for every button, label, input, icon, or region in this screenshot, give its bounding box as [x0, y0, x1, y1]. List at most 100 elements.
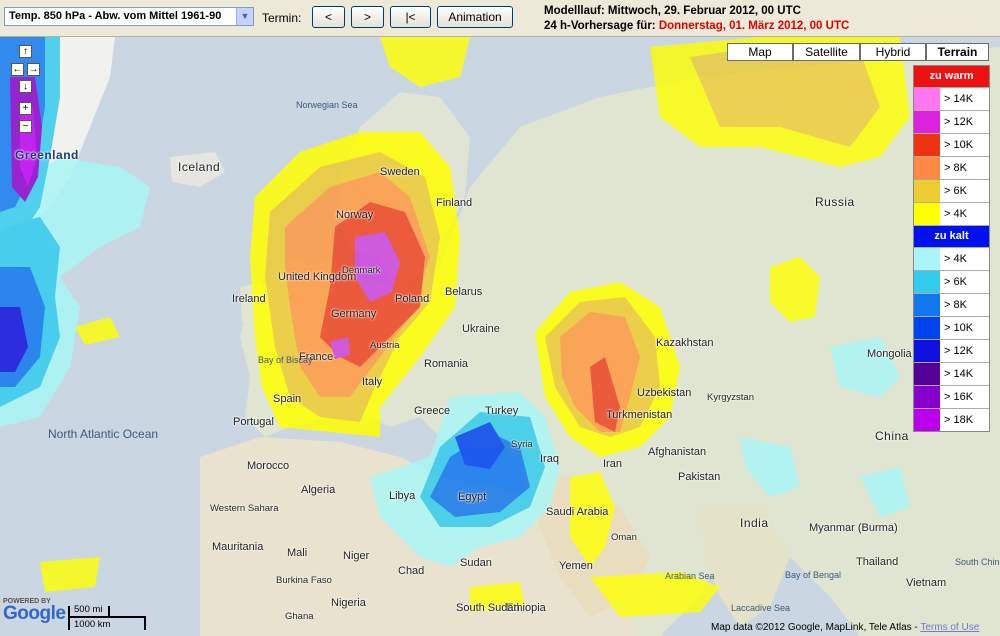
label-laccadive-sea: Laccadive Sea	[731, 603, 791, 613]
pan-left-button[interactable]: ←	[11, 63, 24, 76]
label-egypt: Egypt	[458, 491, 487, 503]
legend-cold-row: > 18K	[914, 408, 989, 431]
legend-warm-row: > 4K	[914, 202, 989, 225]
legend-label: > 10K	[944, 139, 974, 151]
legend-warm-row: > 6K	[914, 179, 989, 202]
label-saudi-arabia: Saudi Arabia	[546, 506, 609, 518]
label-mauritania: Mauritania	[212, 541, 264, 553]
scale-tick	[68, 606, 70, 630]
legend-label: > 4K	[944, 253, 967, 265]
modelllauf-value: Mittwoch, 29. Februar 2012, 00 UTC	[607, 5, 801, 17]
map-type-map-button[interactable]: Map	[727, 43, 793, 61]
legend-warm-row: > 14K	[914, 87, 989, 110]
map-type-satellite-button[interactable]: Satellite	[793, 43, 860, 61]
legend-swatch	[914, 271, 940, 293]
pan-right-button[interactable]: →	[27, 63, 40, 76]
legend-cold-rows: > 4K > 6K > 8K > 10K > 12K > 14K > 16K > 18K	[914, 247, 989, 431]
label-syria: Syria	[511, 439, 533, 450]
legend-cold-title: zu kalt	[914, 225, 989, 247]
legend-swatch	[914, 203, 940, 225]
label-kazakhstan: Kazakhstan	[656, 337, 714, 349]
legend-swatch	[914, 180, 940, 202]
label-kyrgyzstan: Kyrgyzstan	[707, 392, 754, 403]
map-canvas[interactable]	[0, 37, 1000, 636]
next-button[interactable]: >	[351, 6, 384, 28]
legend-warm-row: > 10K	[914, 133, 989, 156]
label-spain: Spain	[273, 393, 302, 405]
parameter-select[interactable]: Temp. 850 hPa - Abw. vom Mittel 1961-90 …	[4, 7, 254, 26]
forecast-line: 24 h-Vorhersage für: Donnerstag, 01. Mär…	[544, 20, 849, 32]
label-portugal: Portugal	[233, 416, 274, 428]
legend-warm-row: > 12K	[914, 110, 989, 133]
label-south-china-sea: South China Sea	[955, 557, 1000, 567]
termin-label: Termin:	[262, 11, 302, 25]
legend-warm-row: > 8K	[914, 156, 989, 179]
legend-label: > 14K	[944, 93, 974, 105]
label-sudan: Sudan	[460, 557, 492, 569]
label-pakistan: Pakistan	[678, 471, 721, 483]
label-norwegian-sea: Norwegian Sea	[296, 100, 358, 110]
scale-bar: 500 mi 1000 km	[68, 604, 152, 632]
legend-label: > 8K	[944, 299, 967, 311]
label-thailand: Thailand	[856, 556, 899, 568]
modelllauf-label: Modelllauf:	[544, 5, 605, 17]
legend-label: > 10K	[944, 322, 974, 334]
attribution: Map data ©2012 Google, MapLink, Tele Atl…	[711, 622, 979, 633]
label-greenland: Greenland	[15, 148, 79, 162]
terms-of-use-link[interactable]: Terms of Use	[920, 622, 979, 633]
google-logo[interactable]: POWERED BY Google	[3, 598, 66, 624]
chevron-down-icon[interactable]: ▼	[236, 8, 253, 25]
label-oman: Oman	[611, 532, 637, 543]
pan-down-button[interactable]: ↓	[19, 80, 32, 93]
label-ghana: Ghana	[285, 611, 314, 622]
label-iraq: Iraq	[540, 453, 559, 465]
legend-label: > 14K	[944, 368, 974, 380]
label-norway: Norway	[336, 209, 374, 221]
legend-warm-rows: > 14K > 12K > 10K > 8K > 6K > 4K	[914, 87, 989, 225]
legend-cold-row: > 14K	[914, 362, 989, 385]
label-algeria: Algeria	[301, 484, 336, 496]
legend-swatch	[914, 294, 940, 316]
legend-warm-title: zu warm	[914, 66, 989, 87]
legend-label: > 16K	[944, 391, 974, 403]
legend-swatch	[914, 88, 940, 110]
legend-swatch	[914, 386, 940, 408]
top-toolbar: Temp. 850 hPa - Abw. vom Mittel 1961-90 …	[0, 0, 1000, 37]
attribution-text: Map data ©2012 Google, MapLink, Tele Atl…	[711, 622, 921, 633]
label-burkina-faso: Burkina Faso	[276, 575, 332, 586]
legend-cold-row: > 10K	[914, 316, 989, 339]
label-poland: Poland	[395, 293, 430, 305]
label-libya: Libya	[389, 490, 416, 502]
forecast-value: Donnerstag, 01. März 2012, 00 UTC	[658, 20, 850, 32]
google-wordmark: Google	[3, 603, 66, 624]
label-yemen: Yemen	[559, 560, 593, 572]
label-iran: Iran	[603, 458, 622, 470]
scale-tick	[144, 616, 146, 630]
legend-swatch	[914, 248, 940, 270]
label-mongolia: Mongolia	[867, 348, 912, 360]
legend-cold-row: > 16K	[914, 385, 989, 408]
label-turkmenistan: Turkmenistan	[606, 409, 673, 421]
legend-swatch	[914, 134, 940, 156]
pan-up-button[interactable]: ↑	[19, 45, 32, 58]
map-type-terrain-button[interactable]: Terrain	[926, 43, 989, 61]
legend-swatch	[914, 363, 940, 385]
legend-label: > 12K	[944, 116, 974, 128]
label-western-sahara: Western Sahara	[210, 503, 279, 514]
label-turkey: Turkey	[485, 405, 519, 417]
zoom-out-button[interactable]: −	[19, 120, 32, 133]
label-afghanistan: Afghanistan	[648, 446, 707, 458]
first-button[interactable]: |<	[390, 6, 431, 28]
weather-map[interactable]: Greenland Iceland Norwegian Sea Sweden F…	[0, 37, 1000, 636]
label-india: India	[740, 516, 769, 530]
label-united-kingdom: United Kingdom	[278, 271, 357, 283]
label-north-atlantic-ocean: North Atlantic Ocean	[48, 427, 159, 441]
legend-swatch	[914, 157, 940, 179]
zoom-in-button[interactable]: +	[19, 102, 32, 115]
label-china: China	[875, 429, 909, 443]
scale-tick	[108, 606, 110, 616]
scale-miles: 500 mi	[74, 604, 103, 615]
map-type-hybrid-button[interactable]: Hybrid	[860, 43, 926, 61]
animation-button[interactable]: Animation	[437, 6, 513, 28]
prev-button[interactable]: <	[312, 6, 345, 28]
